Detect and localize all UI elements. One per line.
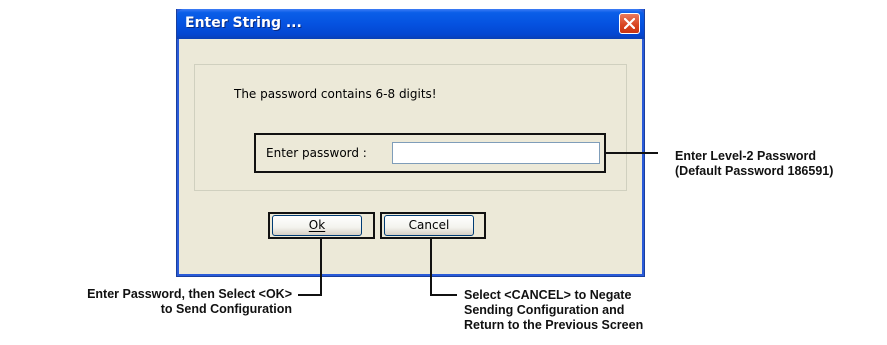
cancel-annotation-line3: Return to the Previous Screen	[464, 318, 644, 332]
dialog-title: Enter String ...	[185, 15, 302, 31]
ok-leader-vertical	[320, 239, 322, 296]
ok-annotation-line2: to Send Configuration	[160, 302, 292, 316]
cancel-leader-horizontal	[430, 294, 457, 296]
cancel-annotation-line1: Select <CANCEL> to Negate	[464, 288, 632, 302]
password-callout-box	[254, 133, 606, 173]
password-hint-text: The password contains 6-8 digits!	[234, 87, 437, 101]
ok-annotation-line1: Enter Password, then Select <OK>	[87, 287, 292, 301]
ok-callout-box	[268, 212, 375, 239]
password-annotation-line2: (Default Password 186591)	[675, 164, 834, 178]
close-button[interactable]	[619, 13, 640, 34]
cancel-callout-box	[380, 212, 486, 239]
ok-leader-horizontal	[298, 294, 322, 296]
password-annotation-line1: Enter Level-2 Password	[675, 149, 817, 163]
cancel-annotation-line2: Sending Configuration and	[464, 303, 625, 317]
password-leader-line	[606, 152, 658, 154]
close-icon	[624, 18, 635, 29]
title-bar[interactable]: Enter String ...	[177, 9, 644, 39]
ok-annotation: Enter Password, then Select <OK> to Send…	[10, 287, 292, 317]
password-annotation: Enter Level-2 Password (Default Password…	[675, 149, 833, 179]
cancel-leader-vertical	[430, 239, 432, 296]
cancel-annotation: Select <CANCEL> to Negate Sending Config…	[464, 288, 643, 333]
